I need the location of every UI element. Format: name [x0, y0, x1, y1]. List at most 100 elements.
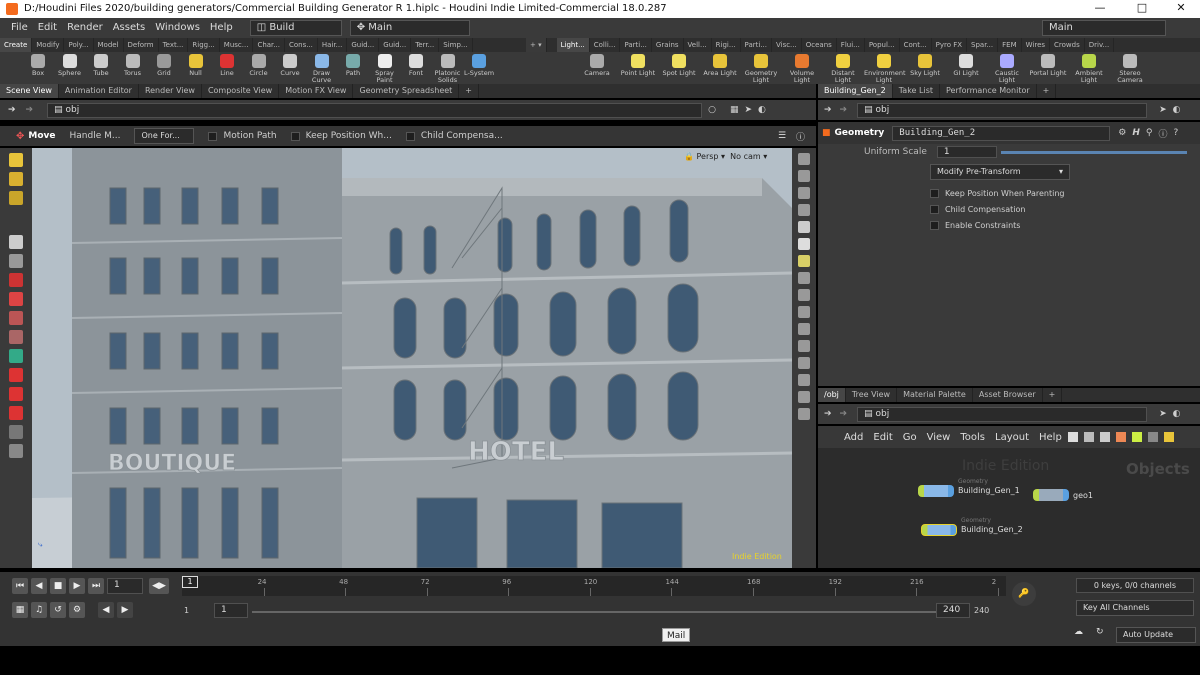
- range-end-field[interactable]: 240: [936, 603, 970, 618]
- net-tool-icon-3[interactable]: [1115, 432, 1126, 442]
- lock-icon[interactable]: [9, 254, 23, 268]
- gear-icon[interactable]: ⚙: [1118, 128, 1126, 138]
- network-tab-3[interactable]: Asset Browser: [973, 388, 1043, 402]
- shelf-tab-right-11[interactable]: Cont...: [900, 38, 932, 52]
- tool-options-menu-icon[interactable]: ☰: [778, 131, 786, 141]
- loop-icon[interactable]: ↺: [50, 602, 66, 618]
- param-pin-icon[interactable]: ➤: [1159, 105, 1167, 115]
- key-all-channels-select[interactable]: Key All Channels: [1076, 600, 1194, 616]
- tool-gi-light[interactable]: GI Light: [946, 53, 986, 77]
- snap-grid-icon[interactable]: [9, 406, 23, 420]
- chat-icon[interactable]: ☁: [1074, 627, 1083, 637]
- pointer-icon[interactable]: [9, 235, 23, 249]
- shelf-tab-right-0[interactable]: Light...: [556, 38, 590, 52]
- play-back-icon[interactable]: ◀: [31, 578, 47, 594]
- net-tool-icon-5[interactable]: [1147, 432, 1158, 442]
- tool-path[interactable]: Path: [337, 53, 369, 77]
- display-icon-12[interactable]: [798, 374, 810, 386]
- viewer-tab-4[interactable]: Motion FX View: [279, 84, 354, 98]
- stop-icon[interactable]: ■: [50, 578, 66, 594]
- tool-volume-light[interactable]: Volume Light: [782, 53, 822, 84]
- net-menu-tools[interactable]: Tools: [960, 432, 985, 443]
- light-icon-1[interactable]: [798, 238, 810, 250]
- range-bar[interactable]: [252, 611, 936, 613]
- rotate-icon[interactable]: [9, 311, 23, 325]
- keep-position-checkbox[interactable]: [290, 131, 300, 141]
- tool-caustic-light[interactable]: Caustic Light: [987, 53, 1027, 84]
- maximize-icon[interactable]: □: [1127, 1, 1157, 14]
- display-icon-11[interactable]: [798, 357, 810, 369]
- net-pin-icon[interactable]: ➤: [1159, 409, 1167, 419]
- tool-environment-light[interactable]: Environment Light: [864, 53, 906, 84]
- tool-camera[interactable]: Camera: [577, 53, 617, 77]
- range-start-field[interactable]: 1: [214, 603, 248, 618]
- tool-draw-curve[interactable]: Draw Curve: [306, 53, 338, 84]
- real-time-icon[interactable]: ▦: [12, 602, 28, 618]
- right-desktop-select[interactable]: Main: [1042, 20, 1166, 36]
- net-menu-go[interactable]: Go: [903, 432, 917, 443]
- shelf-tab-7[interactable]: Musc...: [220, 38, 254, 52]
- motion-path-checkbox[interactable]: [208, 131, 218, 141]
- select-points-icon[interactable]: [9, 172, 23, 186]
- lock-camera-icon[interactable]: 🔒: [684, 152, 697, 161]
- display-icon-14[interactable]: [798, 408, 810, 420]
- tool-portal-light[interactable]: Portal Light: [1028, 53, 1068, 77]
- search-icon[interactable]: ⚲: [1146, 128, 1153, 138]
- shelf-tab-right-14[interactable]: FEM: [998, 38, 1022, 52]
- tool-area-light[interactable]: Area Light: [700, 53, 740, 77]
- shelf-tab-right-8[interactable]: Oceans: [802, 38, 837, 52]
- jump-start-icon[interactable]: ⏮: [12, 578, 28, 594]
- magnet-icon[interactable]: [9, 368, 23, 382]
- network-select[interactable]: ✥ Main: [349, 20, 470, 36]
- shelf-tab-right-12[interactable]: Pyro FX: [932, 38, 968, 52]
- current-frame-field[interactable]: 1: [107, 578, 143, 594]
- shelf-tab-right-10[interactable]: Popul...: [865, 38, 900, 52]
- key-icon[interactable]: 🔑: [1012, 582, 1036, 606]
- link-icon[interactable]: ▦: [730, 105, 739, 115]
- shelf-tab-9[interactable]: Cons...: [285, 38, 318, 52]
- net-menu-edit[interactable]: Edit: [873, 432, 892, 443]
- shelf-tab-5[interactable]: Text...: [159, 38, 189, 52]
- refresh-icon[interactable]: ↻: [1096, 627, 1104, 637]
- settings-icon[interactable]: ⚙: [69, 602, 85, 618]
- menu-assets[interactable]: Assets: [108, 18, 151, 38]
- tool-torus[interactable]: Torus: [117, 53, 149, 77]
- network-path-field[interactable]: ▤ obj: [857, 406, 1148, 422]
- handle-mode[interactable]: Handle M...: [70, 131, 121, 141]
- tool-spray-paint[interactable]: Spray Paint: [369, 53, 401, 84]
- menu-help[interactable]: Help: [205, 18, 238, 38]
- node-building-gen-1[interactable]: [918, 485, 954, 497]
- viewer-tab-add-icon[interactable]: +: [459, 84, 479, 98]
- viewer-tab-0[interactable]: Scene View: [0, 84, 59, 98]
- step-icon[interactable]: ◀▶: [149, 578, 169, 594]
- display-icon-4[interactable]: [798, 204, 810, 216]
- display-icon-5[interactable]: [798, 221, 810, 233]
- cam-label[interactable]: No cam: [730, 152, 761, 161]
- tool-grid[interactable]: Grid: [148, 53, 180, 77]
- display-icon-10[interactable]: [798, 340, 810, 352]
- menu-windows[interactable]: Windows: [150, 18, 205, 38]
- net-tool-icon-4[interactable]: [1131, 432, 1142, 442]
- frame-slider[interactable]: 1 24 48 72 96 120 144 168 192 216 2: [182, 576, 1006, 596]
- tool-distant-light[interactable]: Distant Light: [823, 53, 863, 84]
- menu-render[interactable]: Render: [62, 18, 108, 38]
- tool-circle[interactable]: Circle: [243, 53, 275, 77]
- transform-mode-select[interactable]: One For...: [134, 128, 195, 144]
- network-editor[interactable]: Indie Edition Objects Geometry Building_…: [818, 448, 1200, 568]
- node-building-gen-2[interactable]: [921, 524, 957, 536]
- light-icon-2[interactable]: [798, 255, 810, 267]
- child-compensate-checkbox[interactable]: [405, 131, 415, 141]
- shelf-tab-right-1[interactable]: Colli...: [590, 38, 621, 52]
- tool-point-light[interactable]: Point Light: [618, 53, 658, 77]
- tool-font[interactable]: Font: [400, 53, 432, 77]
- tool-l-system[interactable]: L-System: [463, 53, 495, 77]
- shelf-tab-right-13[interactable]: Spar...: [967, 38, 999, 52]
- net-menu-help[interactable]: Help: [1039, 432, 1062, 443]
- net-tool-icon-6[interactable]: [1163, 432, 1174, 442]
- scene-viewport[interactable]: BOUTIQUE HOTEL 🔒 Persp ▾ No cam ▾ Indie …: [32, 148, 792, 568]
- uniform-scale-field[interactable]: 1: [936, 146, 997, 158]
- net-tool-icon-2[interactable]: [1099, 432, 1110, 442]
- select-tool-icon[interactable]: [9, 153, 23, 167]
- menu-file[interactable]: File: [6, 18, 33, 38]
- shelf-tab-13[interactable]: Terr...: [411, 38, 440, 52]
